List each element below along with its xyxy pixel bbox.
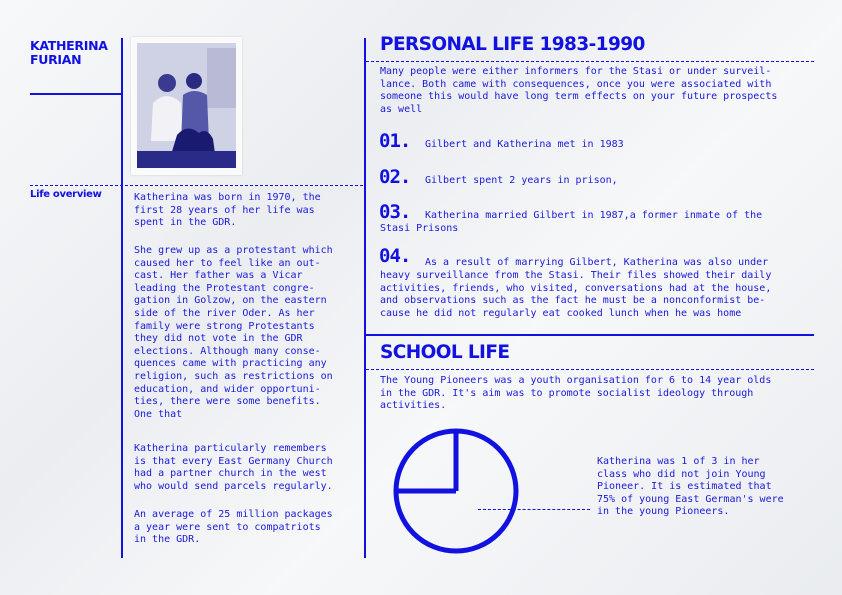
- item-text-2: Gilbert spent 2 years in prison,: [425, 175, 618, 186]
- item-number-1: 01.: [379, 130, 411, 152]
- item-text-4: As a result of marrying Gilbert, Katheri…: [425, 257, 769, 268]
- school-life-caption: Katherina was 1 of 3 in her class who di…: [597, 456, 784, 518]
- overview-paragraph-1: Katherina was born in 1970, the first 28…: [134, 192, 321, 229]
- item-number-2: 02.: [379, 166, 411, 188]
- item-text-4-cont: heavy surveillance from the Stasi. Their…: [380, 270, 772, 319]
- school-life-intro: The Young Pioneers was a youth organisat…: [380, 375, 772, 412]
- item-text-3: Katherina married Gilbert in 1987,a form…: [425, 210, 763, 221]
- overview-paragraph-3: Katherina particularly remembers is that…: [134, 443, 333, 492]
- overview-paragraph-4: An average of 25 million packages a year…: [134, 509, 333, 546]
- personal-life-divider: [366, 61, 814, 62]
- section-separator: [364, 334, 814, 336]
- personal-life-intro: Many people were either informers for th…: [380, 66, 778, 115]
- young-pioneers-pie-chart: [393, 428, 519, 554]
- photo-figures: [137, 43, 236, 168]
- item-number-4: 04.: [379, 245, 411, 267]
- overview-divider: [30, 185, 363, 186]
- school-life-title: SCHOOL LIFE: [380, 342, 510, 363]
- name-underline: [30, 93, 122, 95]
- profile-photo: [137, 43, 236, 168]
- pie-leader-line: [478, 509, 590, 510]
- profile-name-line2: FURIAN: [30, 52, 82, 67]
- profile-photo-frame: [131, 37, 242, 175]
- life-overview-label: Life overview: [30, 189, 102, 200]
- school-life-divider: [366, 369, 814, 370]
- item-text-3-cont: Stasi Prisons: [380, 223, 459, 234]
- left-column-divider: [121, 38, 123, 558]
- item-text-1: Gilbert and Katherina met in 1983: [425, 139, 624, 150]
- personal-life-title: PERSONAL LIFE 1983-1990: [380, 34, 645, 55]
- overview-paragraph-2: She grew up as a protestant which caused…: [134, 245, 333, 420]
- middle-column-divider: [364, 38, 366, 558]
- profile-name-line1: KATHERINA: [30, 38, 108, 53]
- item-number-3: 03.: [379, 201, 411, 223]
